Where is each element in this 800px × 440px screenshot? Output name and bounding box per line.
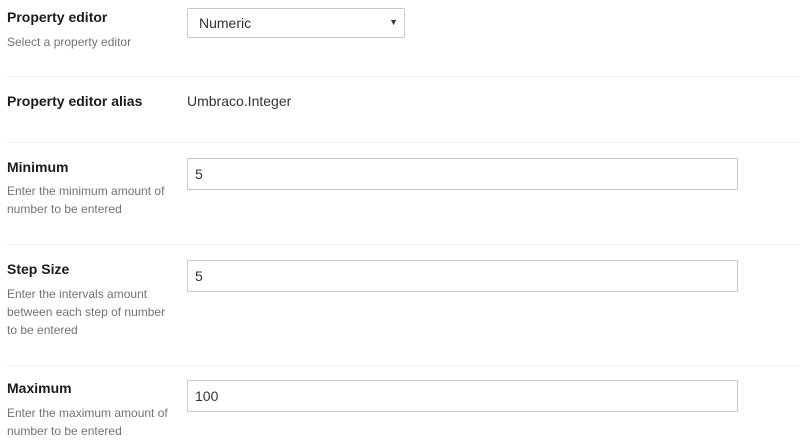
property-editor-label: Property editor (7, 9, 108, 25)
maximum-description: Enter the maximum amount of number to be… (7, 406, 168, 438)
property-editor-description: Select a property editor (7, 35, 132, 49)
property-editor-alias-value: Umbraco.Integer (187, 93, 292, 109)
data-type-settings-panel: Property editor Select a property editor… (0, 0, 800, 440)
step-size-description: Enter the intervals amount between each … (7, 287, 166, 337)
maximum-label: Maximum (7, 380, 72, 396)
property-editor-alias-label: Property editor alias (7, 93, 143, 109)
minimum-label: Minimum (7, 159, 69, 175)
step-size-label: Step Size (7, 261, 70, 277)
maximum-row: Maximum Enter the maximum amount of numb… (7, 366, 800, 440)
minimum-input[interactable] (187, 158, 738, 190)
minimum-row: Minimum Enter the minimum amount of numb… (7, 143, 800, 244)
property-editor-select[interactable]: Numeric ▼ (187, 8, 405, 38)
maximum-input[interactable] (187, 380, 738, 412)
caret-down-icon: ▼ (389, 17, 398, 27)
step-size-input[interactable] (187, 260, 738, 292)
minimum-description: Enter the minimum amount of number to be… (7, 184, 165, 216)
step-size-row: Step Size Enter the intervals amount bet… (7, 245, 800, 365)
property-editor-alias-row: Property editor alias Umbraco.Integer (7, 77, 800, 142)
property-editor-row: Property editor Select a property editor… (7, 0, 800, 76)
property-editor-selected-value: Numeric (199, 15, 252, 31)
